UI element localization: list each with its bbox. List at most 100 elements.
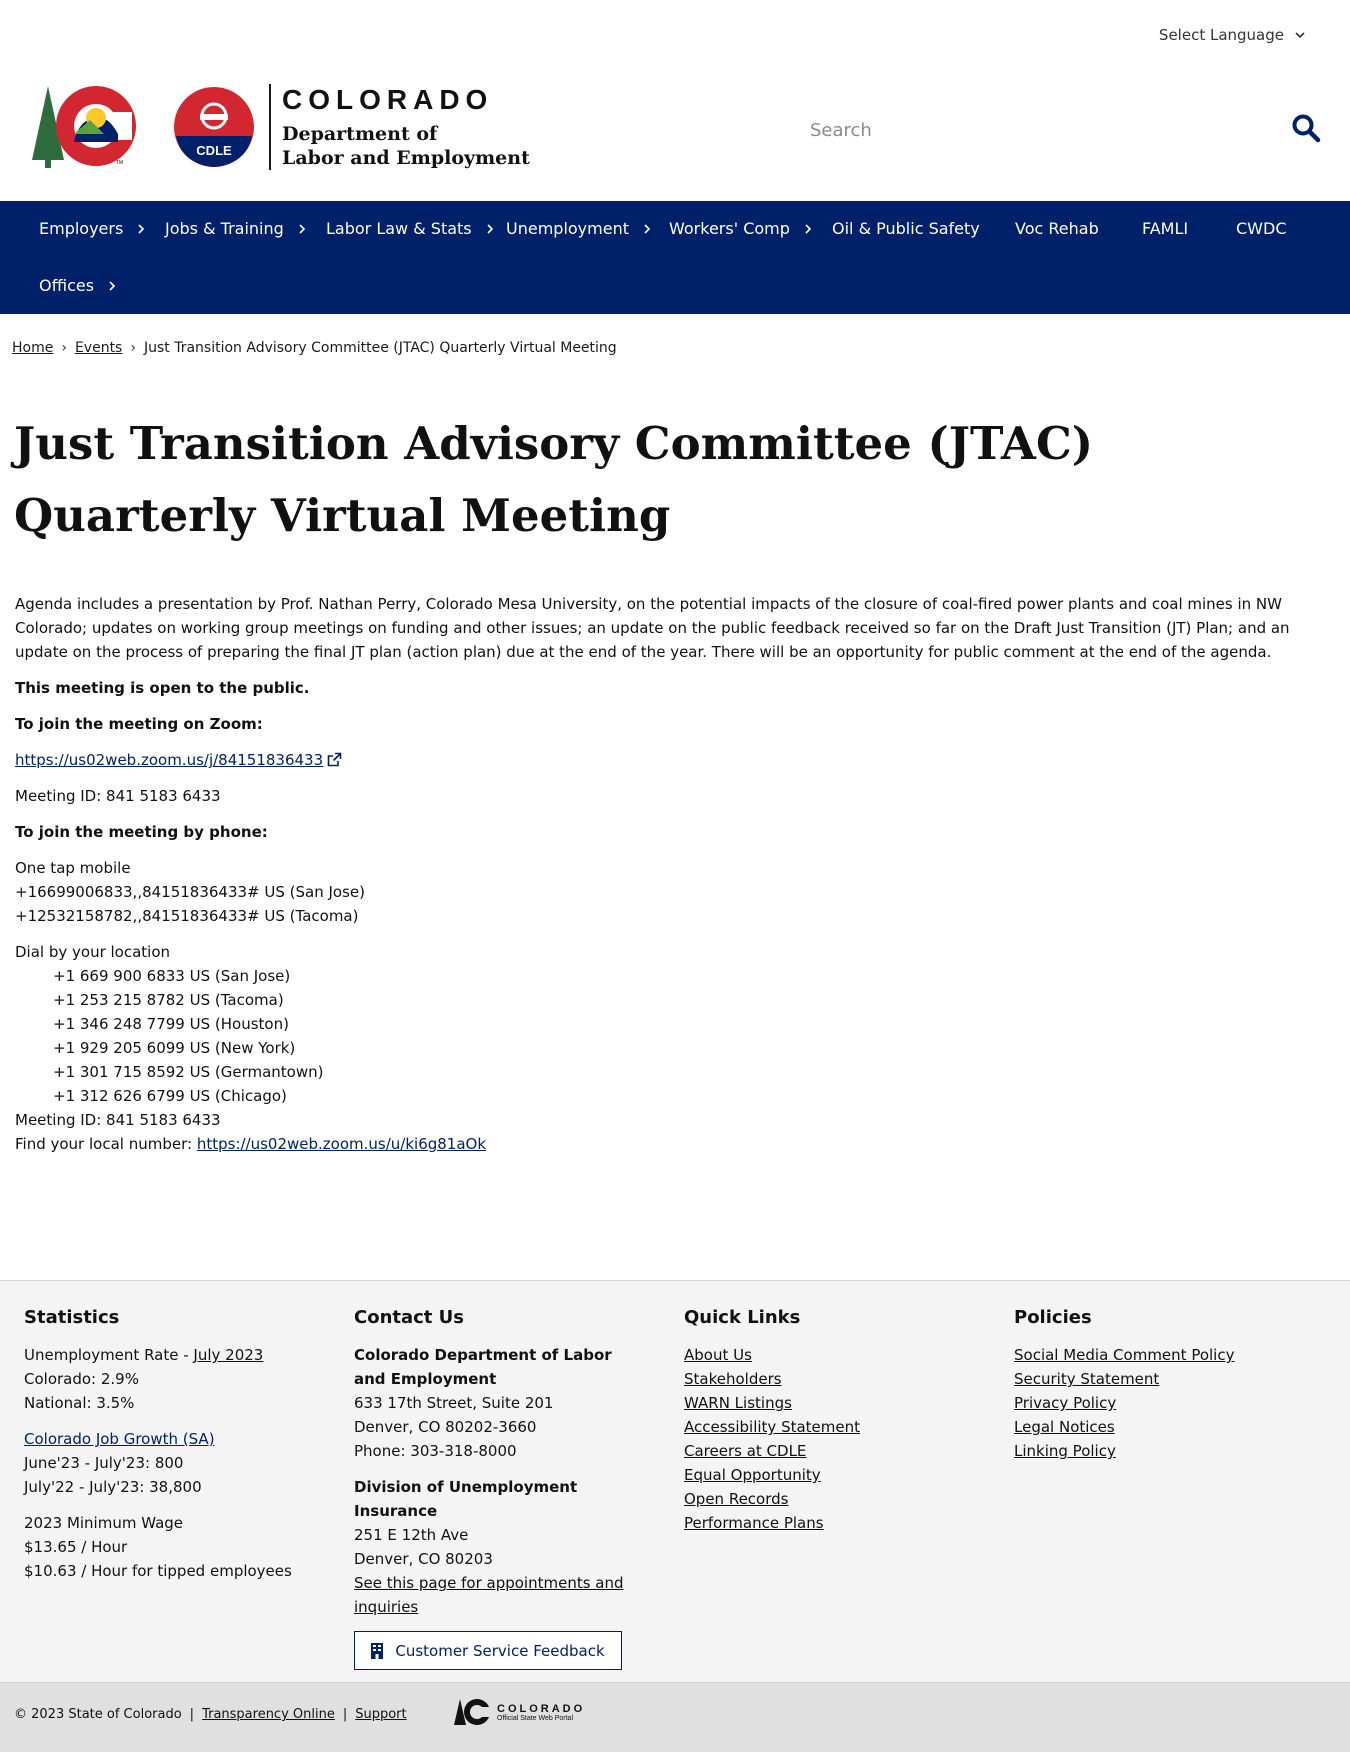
footer-separator: | (189, 1707, 195, 1722)
unemployment-rate-label: Unemployment Rate - (24, 1346, 194, 1364)
search-icon[interactable] (1291, 113, 1321, 143)
nav-item-label: Labor Law & Stats (326, 219, 472, 238)
appointments-link[interactable]: See this page for appointments and inqui… (354, 1574, 624, 1616)
quick-link[interactable]: Accessibility Statement (684, 1415, 974, 1439)
search-input[interactable] (810, 110, 1320, 150)
nav-item-cwdc[interactable]: CWDC (1236, 219, 1286, 238)
footer-contact: Contact Us Colorado Department of Labor … (354, 1305, 644, 1670)
chevron-right-icon (138, 223, 145, 234)
zoom-meeting-link[interactable]: https://us02web.zoom.us/j/84151836433 (15, 751, 323, 769)
division-address-line2: Denver, CO 80203 (354, 1550, 493, 1568)
language-select[interactable]: Select Language (1159, 26, 1306, 44)
one-tap-label: One tap mobile (15, 859, 131, 877)
quick-link[interactable]: Stakeholders (684, 1367, 974, 1391)
quick-link[interactable]: About Us (684, 1343, 974, 1367)
nav-item-label: Workers' Comp (669, 219, 790, 238)
dial-number: +1 669 900 6833 US (San Jose) (53, 967, 291, 985)
language-select-label: Select Language (1158, 26, 1284, 44)
quick-link[interactable]: Equal Opportunity (684, 1463, 974, 1487)
nav-item-workers-comp[interactable]: Workers' Comp (669, 219, 812, 238)
contact-address-line2: Denver, CO 80202-3660 (354, 1418, 537, 1436)
nav-item-label: Oil & Public Safety (832, 219, 980, 238)
quick-link[interactable]: Open Records (684, 1487, 974, 1511)
colorado-portal-icon (454, 1699, 491, 1725)
policy-link[interactable]: Legal Notices (1014, 1415, 1314, 1439)
support-link[interactable]: Support (355, 1707, 406, 1722)
min-wage-tipped: $10.63 / Hour for tipped employees (24, 1562, 292, 1580)
job-growth-month: June'23 - July'23: 800 (24, 1454, 184, 1472)
dial-label: Dial by your location (15, 943, 171, 961)
logo-state-name: COLORADO (282, 83, 494, 115)
nav-item-unemployment[interactable]: Unemployment (506, 219, 651, 238)
footer-quick-links: Quick Links About Us Stakeholders WARN L… (684, 1305, 974, 1535)
copyright-text: © 2023 State of Colorado (14, 1707, 182, 1722)
footer-heading: Quick Links (684, 1307, 801, 1328)
portal-title: COLORADO (497, 1702, 586, 1715)
nav-item-label: CWDC (1236, 219, 1287, 238)
chevron-down-icon (1295, 32, 1305, 39)
building-icon (371, 1642, 384, 1659)
page-title: Just Transition Advisory Committee (JTAC… (14, 417, 1094, 542)
site-logo[interactable]: TM CDLE COLORADO Department of Labor and… (28, 84, 530, 170)
nav-item-oil-public-safety[interactable]: Oil & Public Safety (832, 219, 980, 238)
dial-number: +1 312 626 6799 US (Chicago) (53, 1087, 287, 1105)
chevron-right-icon (109, 280, 116, 291)
footer-heading: Policies (1014, 1307, 1092, 1328)
quick-link[interactable]: WARN Listings (684, 1391, 974, 1415)
footer-statistics: Statistics Unemployment Rate - July 2023… (24, 1305, 324, 1595)
nav-item-offices[interactable]: Offices (39, 276, 116, 295)
nav-item-label: Voc Rehab (1015, 219, 1099, 238)
breadcrumb-separator: › (61, 340, 67, 356)
quick-link[interactable]: Performance Plans (684, 1511, 974, 1535)
customer-feedback-button[interactable]: Customer Service Feedback (354, 1631, 622, 1670)
nav-item-employers[interactable]: Employers (39, 219, 145, 238)
search-box (810, 110, 1320, 150)
policy-link[interactable]: Social Media Comment Policy (1014, 1343, 1314, 1367)
breadcrumb-events-link[interactable]: Events (75, 340, 122, 356)
nav-item-famli[interactable]: FAMLI (1142, 219, 1188, 238)
nav-item-label: Jobs & Training (165, 219, 284, 238)
dial-number: +1 346 248 7799 US (Houston) (53, 1015, 289, 1033)
meeting-id-text: Meeting ID: 841 5183 6433 (15, 787, 221, 805)
phone-heading: To join the meeting by phone: (15, 823, 268, 841)
main-nav: Employers Jobs & Training Labor Law & St… (0, 201, 1350, 314)
min-wage-label: 2023 Minimum Wage (24, 1514, 184, 1532)
svg-text:CDLE: CDLE (196, 143, 232, 158)
footer-policies: Policies Social Media Comment Policy Sec… (1014, 1305, 1314, 1463)
nav-item-jobs-training[interactable]: Jobs & Training (165, 219, 306, 238)
agenda-text: Agenda includes a presentation by Prof. … (15, 595, 1290, 661)
national-rate: National: 3.5% (24, 1394, 135, 1412)
policy-link[interactable]: Linking Policy (1014, 1439, 1314, 1463)
one-tap-number: +12532158782,,84151836433# US (Tacoma) (15, 907, 359, 925)
contact-address-line1: 633 17th Street, Suite 201 (354, 1394, 554, 1412)
breadcrumb-home-link[interactable]: Home (12, 340, 53, 356)
nav-item-label: FAMLI (1142, 219, 1189, 238)
breadcrumb: Home › Events › Just Transition Advisory… (12, 340, 617, 356)
chevron-right-icon (805, 223, 812, 234)
nav-item-voc-rehab[interactable]: Voc Rehab (1015, 219, 1099, 238)
min-wage-value: $13.65 / Hour (24, 1538, 128, 1556)
logo-dept-line1: Department of (282, 122, 438, 145)
logo-dept-line2: Labor and Employment (282, 146, 530, 169)
colorado-rate: Colorado: 2.9% (24, 1370, 139, 1388)
logo-divider (269, 84, 271, 170)
transparency-link[interactable]: Transparency Online (202, 1707, 335, 1722)
nav-item-labor-law-stats[interactable]: Labor Law & Stats (326, 219, 494, 238)
unemployment-month-link[interactable]: July 2023 (193, 1346, 263, 1364)
local-number-link[interactable]: https://us02web.zoom.us/u/ki6g81aOk (197, 1135, 486, 1153)
footer-separator: | (342, 1707, 348, 1722)
quick-link[interactable]: Careers at CDLE (684, 1439, 974, 1463)
breadcrumb-separator: › (130, 340, 136, 356)
portal-subtitle: Official State Web Portal (497, 1714, 573, 1722)
state-portal-logo[interactable]: COLORADO Official State Web Portal (453, 1697, 585, 1727)
nav-item-label: Offices (39, 276, 95, 295)
chevron-right-icon (299, 223, 305, 234)
policy-link[interactable]: Privacy Policy (1014, 1391, 1314, 1415)
customer-feedback-label: Customer Service Feedback (395, 1641, 605, 1660)
copyright-row: © 2023 State of Colorado | Transparency … (14, 1707, 407, 1722)
job-growth-link[interactable]: Colorado Job Growth (SA) (24, 1427, 324, 1451)
dial-number: +1 253 215 8782 US (Tacoma) (53, 991, 284, 1009)
policy-link[interactable]: Security Statement (1014, 1367, 1314, 1391)
nav-item-label: Unemployment (506, 219, 629, 238)
division-address-line1: 251 E 12th Ave (354, 1526, 469, 1544)
